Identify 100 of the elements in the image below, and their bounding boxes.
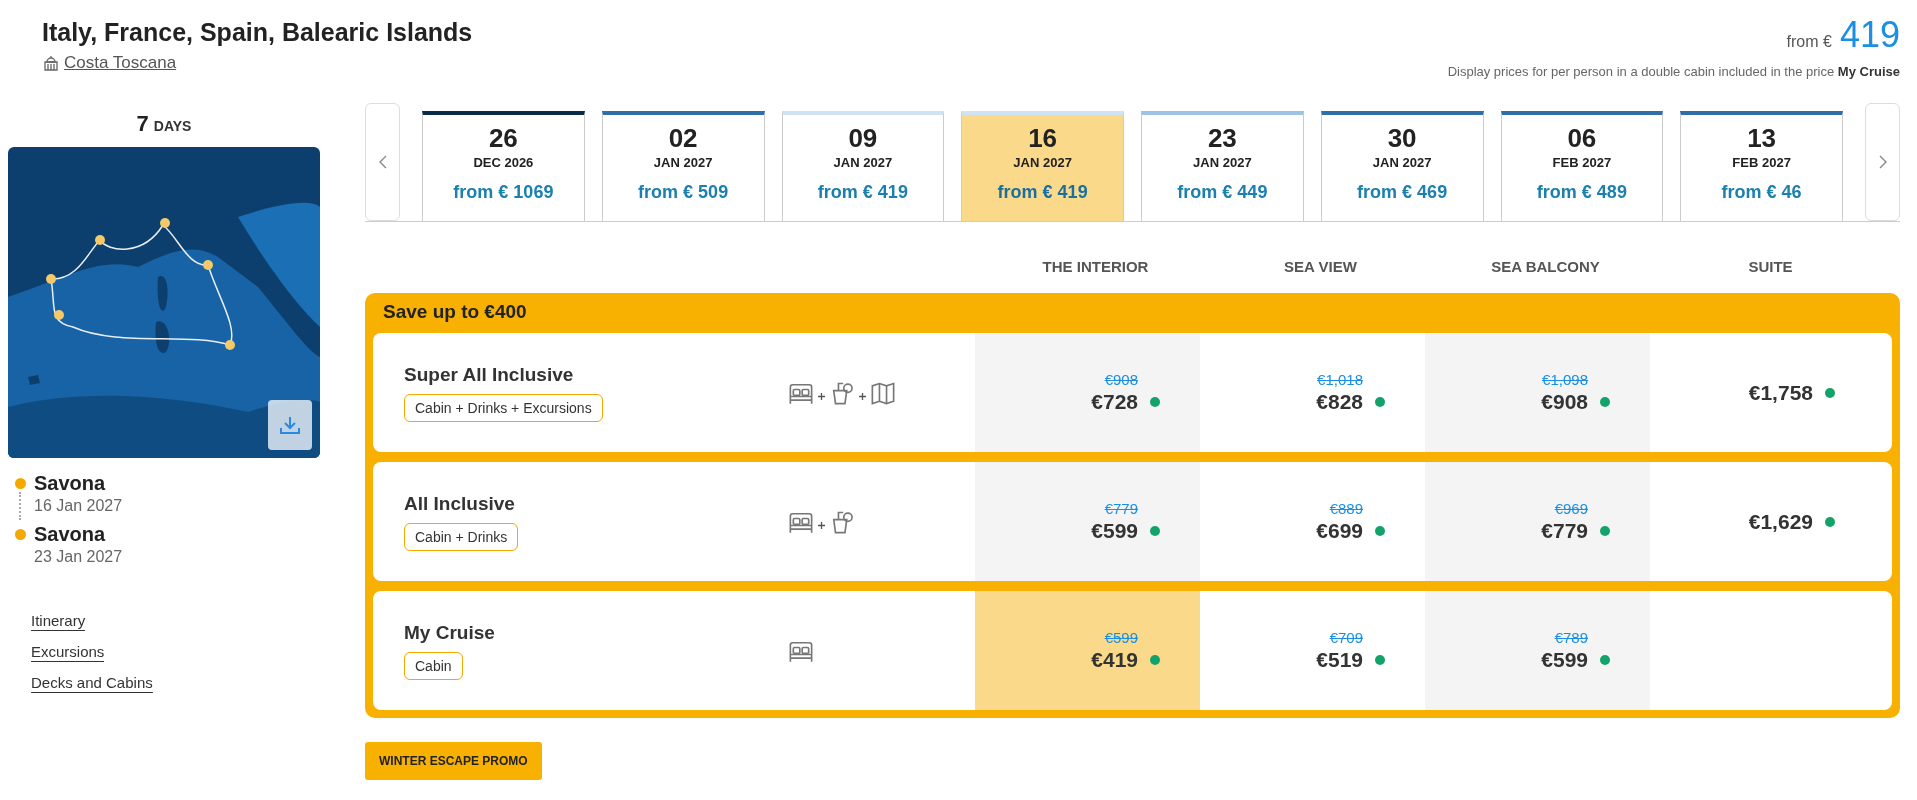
tab-price: from € 449 — [1177, 182, 1268, 203]
price: €519 — [1316, 648, 1363, 672]
previous-button[interactable] — [365, 103, 400, 221]
fare-tag: Cabin + Drinks — [404, 522, 519, 551]
price-cell[interactable]: €709 €519 — [1200, 591, 1425, 710]
tab-day: 16 — [1028, 123, 1058, 154]
duration-unit: DAYS — [153, 118, 192, 134]
stop-name: Savona — [34, 472, 107, 495]
tab-day: 09 — [848, 123, 878, 154]
old-price: €789 — [1554, 629, 1588, 646]
price-note: Display prices for per person in a double cabin included in the price My Cruise — [1447, 64, 1900, 79]
column-header: SEA VIEW — [1283, 258, 1358, 275]
plus-icon — [818, 522, 825, 529]
tab-month: DEC 2026 — [473, 155, 534, 170]
price: €1,629 — [1748, 509, 1813, 534]
old-price: €1,018 — [1317, 371, 1363, 388]
tab-month: JAN 2027 — [1013, 155, 1072, 170]
old-price: €969 — [1554, 500, 1588, 517]
tab-price: from € 419 — [997, 182, 1088, 203]
old-price: €1,098 — [1542, 371, 1588, 388]
tab-month: JAN 2027 — [653, 155, 713, 170]
column-header: SUITE — [1747, 258, 1794, 275]
promo-button[interactable]: WINTER ESCAPE PROMO — [365, 742, 542, 780]
tab-day: 23 — [1207, 123, 1237, 154]
tab-price: from € 509 — [638, 182, 729, 203]
cruise-title: Italy, France, Spain, Balearic Islands — [42, 18, 473, 47]
section-link[interactable]: Excursions — [31, 643, 105, 662]
date-tab[interactable]: 06 FEB 2027 from € 489 — [1500, 111, 1664, 221]
tab-price: from € 1069 — [453, 182, 554, 203]
old-price: €709 — [1329, 629, 1363, 646]
duration-number: 7 — [136, 111, 149, 137]
section-link[interactable]: Itinerary — [31, 612, 86, 631]
price-cell[interactable]: €969 €779 — [1425, 462, 1650, 581]
tab-day: 06 — [1567, 123, 1597, 154]
price: €908 — [1541, 390, 1588, 414]
fare-name: My Cruise — [404, 621, 495, 644]
download-icon — [279, 415, 301, 435]
chevron-left-icon — [378, 155, 387, 169]
fare-tag: Cabin + Drinks + Excursions — [404, 393, 603, 422]
tab-price: from € 46 — [1721, 182, 1802, 203]
date-tab[interactable]: 26 DEC 2026 from € 1069 — [422, 111, 585, 221]
offer-title: Save up to €400 — [382, 300, 528, 323]
price-cell[interactable]: €1,758 — [1650, 333, 1875, 452]
fare-name: All Inclusive — [404, 492, 515, 515]
tab-day: 13 — [1747, 123, 1777, 154]
stop-date: 16 Jan 2027 — [34, 497, 123, 515]
tab-month: FEB 2027 — [1552, 155, 1612, 170]
plus-icon — [859, 393, 866, 400]
tab-month: JAN 2027 — [1372, 155, 1432, 170]
price-cell[interactable]: €789 €599 — [1425, 591, 1650, 710]
date-tab[interactable]: 09 JAN 2027 from € 419 — [781, 111, 945, 221]
date-tab[interactable]: 30 JAN 2027 from € 469 — [1320, 111, 1484, 221]
lead-price: 419 — [1839, 14, 1900, 56]
price: €828 — [1316, 390, 1363, 414]
chevron-right-icon — [1878, 155, 1887, 169]
price: €699 — [1316, 519, 1363, 543]
price-cell[interactable]: €1,098 €908 — [1425, 333, 1650, 452]
download-button[interactable] — [268, 400, 312, 450]
stop-dot — [14, 529, 26, 540]
tab-day: 30 — [1387, 123, 1417, 154]
price: €419 — [1091, 648, 1138, 672]
price-cell[interactable]: €889 €699 — [1200, 462, 1425, 581]
column-header: SEA BALCONY — [1490, 258, 1601, 275]
price-cell[interactable]: €779 €599 — [975, 462, 1200, 581]
next-button[interactable] — [1865, 103, 1900, 221]
price: €599 — [1541, 648, 1588, 672]
old-price: €889 — [1329, 500, 1363, 517]
date-tab[interactable]: 02 JAN 2027 from € 509 — [601, 111, 765, 221]
stop-name: Savona — [34, 523, 107, 546]
old-price: €599 — [1104, 629, 1138, 646]
date-tab[interactable]: 16 JAN 2027 from € 419 — [961, 111, 1124, 221]
tab-price: from € 469 — [1357, 182, 1448, 203]
tab-day: 26 — [488, 123, 518, 154]
price: €599 — [1091, 519, 1138, 543]
price: €728 — [1091, 390, 1138, 414]
stop-date: 23 Jan 2027 — [34, 548, 123, 566]
tab-day: 02 — [668, 123, 698, 154]
fare-name: Super All Inclusive — [404, 363, 574, 386]
price: €779 — [1541, 519, 1588, 543]
section-link[interactable]: Decks and Cabins — [31, 674, 153, 693]
price-cell[interactable]: €599 €419 — [975, 591, 1200, 710]
tab-month: FEB 2027 — [1732, 155, 1791, 170]
price-cell[interactable]: €1,629 — [1650, 462, 1875, 581]
date-tab[interactable]: 23 JAN 2027 from € 449 — [1141, 111, 1304, 221]
tab-month: JAN 2027 — [833, 155, 893, 170]
old-price: €908 — [1104, 371, 1138, 388]
stop-dot — [14, 478, 26, 489]
price-prefix: from € — [1786, 33, 1832, 51]
price: €1,758 — [1748, 380, 1813, 405]
tab-month: JAN 2027 — [1193, 155, 1252, 170]
price-cell[interactable]: €1,018 €828 — [1200, 333, 1425, 452]
plus-icon — [818, 393, 825, 400]
price-cell[interactable]: €908 €728 — [975, 333, 1200, 452]
tab-price: from € 419 — [817, 182, 908, 203]
old-price: €779 — [1104, 500, 1138, 517]
fare-tag: Cabin — [404, 651, 463, 680]
tab-price: from € 489 — [1536, 182, 1627, 203]
ship-link[interactable]: Costa Toscana — [64, 53, 177, 73]
column-header: THE INTERIOR — [1041, 258, 1150, 275]
date-tab[interactable]: 13 FEB 2027 from € 46 — [1680, 111, 1843, 221]
